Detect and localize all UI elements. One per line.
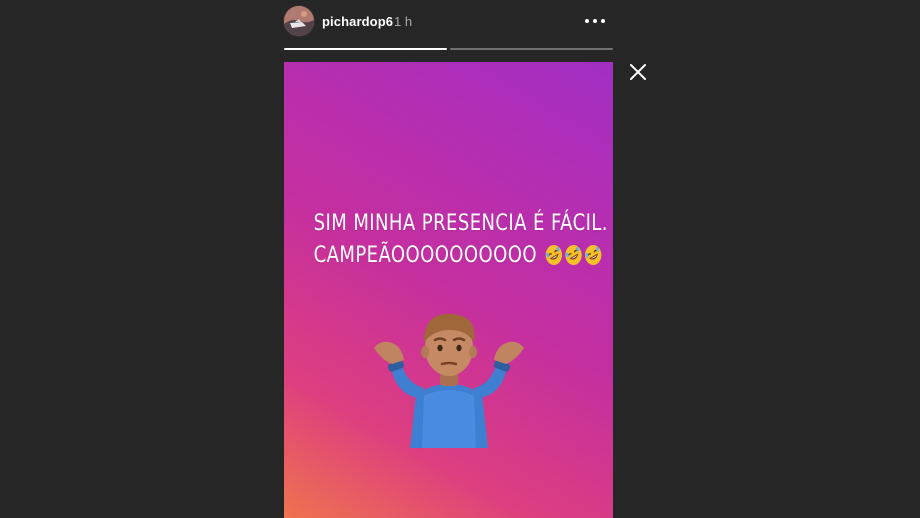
story-text-line-2-wrap: CAMPEÃOOOOOOOOOO	[313, 240, 602, 272]
rolling-on-floor-laughing-emoji	[545, 245, 562, 265]
timestamp: 1 h	[394, 14, 413, 29]
more-horizontal-icon	[601, 19, 605, 23]
story-viewer: pichardop6 1 h SIM MINHA PRESENCIA É FÁC…	[0, 0, 920, 518]
more-horizontal-icon	[585, 19, 589, 23]
more-options-button[interactable]	[583, 12, 607, 30]
progress-segment-1	[284, 48, 447, 50]
rolling-on-floor-laughing-emoji	[584, 245, 602, 265]
story-text-line-1: SIM MINHA PRESENCIA É FÁCIL.	[313, 211, 608, 236]
progress-segment-2	[450, 48, 613, 50]
story-progress	[284, 48, 613, 50]
story-text-line-2: CAMPEÃOOOOOOOOOO	[313, 243, 537, 268]
progress-fill	[284, 48, 447, 50]
story-content[interactable]: SIM MINHA PRESENCIA É FÁCIL. CAMPEÃOOOOO…	[284, 62, 613, 518]
more-horizontal-icon	[593, 19, 597, 23]
avatar-image	[284, 6, 314, 36]
rolling-on-floor-laughing-emoji	[565, 245, 582, 265]
person-shrugging-emoji	[374, 313, 524, 448]
username[interactable]: pichardop6	[322, 14, 393, 29]
close-icon	[630, 64, 646, 80]
profile-avatar[interactable]	[284, 6, 314, 36]
story-text: SIM MINHA PRESENCIA É FÁCIL. CAMPEÃOOOOO…	[313, 208, 608, 272]
story-header: pichardop6 1 h	[284, 6, 613, 40]
close-button[interactable]	[628, 62, 648, 82]
